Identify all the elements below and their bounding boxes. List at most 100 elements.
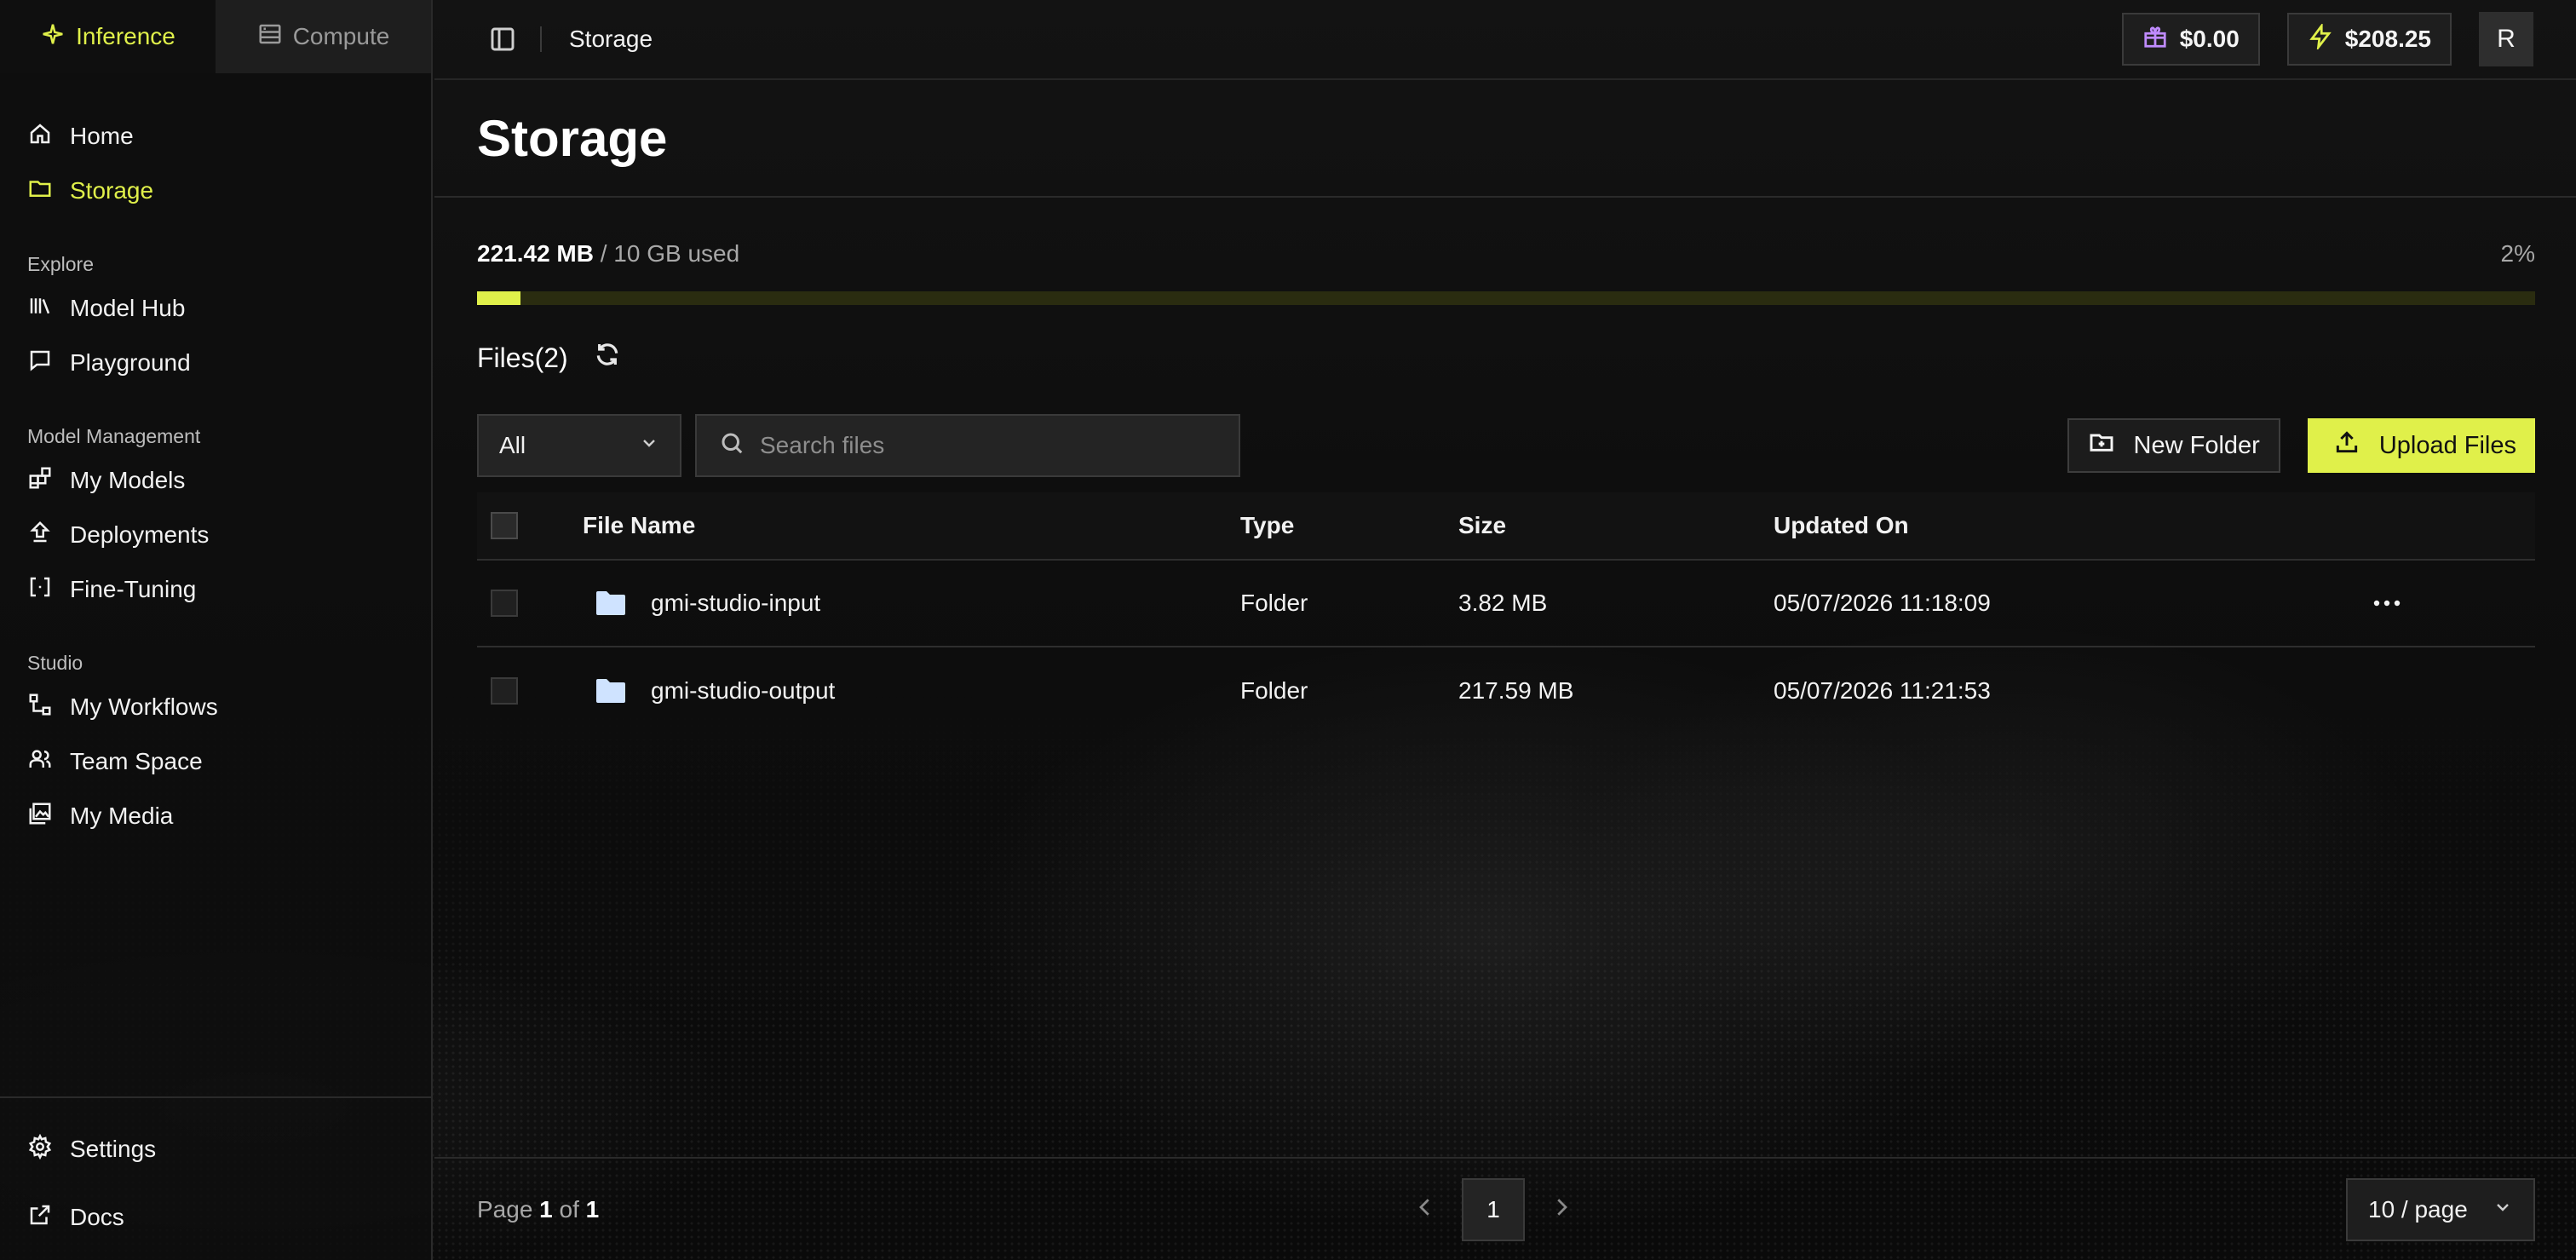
- folder-icon: [27, 175, 53, 207]
- sidebar-item-label: Settings: [70, 1136, 157, 1162]
- external-link-icon: [27, 1202, 53, 1234]
- sidebar-item-my-workflows[interactable]: My Workflows: [0, 680, 431, 734]
- chevron-down-icon: [639, 432, 659, 459]
- upload-files-button[interactable]: Upload Files: [2307, 418, 2535, 473]
- column-size: Size: [1458, 512, 1507, 538]
- sidebar-item-my-media[interactable]: My Media: [0, 789, 431, 843]
- column-updated-on: Updated On: [1774, 512, 1909, 538]
- tab-compute[interactable]: Compute: [216, 0, 431, 73]
- row-checkbox-cell: [477, 590, 583, 617]
- sidebar-item-label: Storage: [70, 177, 154, 204]
- select-all-checkbox[interactable]: [491, 512, 518, 539]
- panel-left-icon: [489, 27, 516, 56]
- file-actions: New Folder Upload Files: [2067, 418, 2535, 473]
- credits-button[interactable]: $0.00: [2121, 13, 2260, 66]
- usage-progress-fill: [477, 291, 520, 305]
- folder-plus-icon: [2088, 429, 2115, 463]
- file-type: Folder: [1240, 590, 1308, 616]
- balance-button[interactable]: $208.25: [2286, 13, 2452, 66]
- row-checkbox-cell: [477, 677, 583, 705]
- file-size: 217.59 MB: [1458, 677, 1574, 704]
- avatar[interactable]: R: [2479, 12, 2533, 66]
- page-info-of: of: [552, 1195, 586, 1223]
- sidebar-item-label: Docs: [70, 1204, 124, 1230]
- files-toolbar: All New Folder Upload Files: [477, 414, 2535, 477]
- page-number-button[interactable]: 1: [1462, 1177, 1525, 1241]
- sidebar: Inference Compute Home Storage Explore M…: [0, 0, 433, 1260]
- divider: [540, 26, 542, 52]
- upload-files-label: Upload Files: [2378, 431, 2516, 459]
- usage-progress-bar: [477, 291, 2535, 305]
- new-folder-button[interactable]: New Folder: [2067, 418, 2280, 473]
- row-checkbox[interactable]: [491, 590, 518, 617]
- row-more-button[interactable]: [2361, 599, 2412, 607]
- sidebar-bottom: Settings Docs: [0, 1096, 431, 1260]
- main-content: Storage 221.42 MB / 10 GB used 2% Files(…: [434, 80, 2576, 1260]
- library-icon: [27, 293, 53, 325]
- prev-page-button[interactable]: [1412, 1194, 1438, 1224]
- column-file-name: File Name: [583, 512, 696, 538]
- file-name[interactable]: gmi-studio-output: [651, 677, 835, 705]
- page-size-select[interactable]: 10 / page: [2346, 1177, 2535, 1241]
- sidebar-item-label: My Media: [70, 803, 174, 829]
- chevron-left-icon: [1412, 1199, 1438, 1223]
- sidebar-item-label: Team Space: [70, 748, 203, 774]
- images-icon: [27, 801, 53, 832]
- tab-inference[interactable]: Inference: [0, 0, 216, 73]
- sidebar-item-model-hub[interactable]: Model Hub: [0, 281, 431, 336]
- upload-icon: [2333, 429, 2360, 463]
- pagination-bar: Page 1 of 1 1 10 / page: [434, 1157, 2576, 1260]
- topbar: Storage $0.00 $208.25 R: [434, 0, 2576, 80]
- page-info-current: 1: [539, 1195, 553, 1223]
- home-icon: [27, 121, 53, 152]
- usage-percent: 2%: [2500, 240, 2535, 267]
- row-checkbox[interactable]: [491, 677, 518, 705]
- page-info-total: 1: [585, 1195, 600, 1223]
- chevron-right-icon: [1549, 1199, 1574, 1223]
- files-table: File Name Type Size Updated On gmi-studi…: [477, 492, 2535, 734]
- new-folder-label: New Folder: [2133, 431, 2260, 459]
- sidebar-toggle-button[interactable]: [489, 26, 516, 53]
- storage-content: 221.42 MB / 10 GB used 2% Files(2) All S…: [434, 240, 2576, 734]
- sidebar-item-docs[interactable]: Docs: [0, 1183, 431, 1251]
- type-filter-select[interactable]: All: [477, 414, 681, 477]
- sidebar-item-label: Deployments: [70, 521, 210, 548]
- refresh-icon[interactable]: [594, 341, 621, 375]
- storage-usage: 221.42 MB / 10 GB used 2%: [477, 240, 2535, 268]
- page-info-prefix: Page: [477, 1195, 540, 1223]
- sidebar-item-deployments[interactable]: Deployments: [0, 508, 431, 562]
- sidebar-item-home[interactable]: Home: [0, 109, 431, 164]
- section-title-model-management: Model Management: [27, 425, 201, 447]
- lightning-icon: [2308, 21, 2333, 55]
- search-input[interactable]: [760, 432, 1216, 459]
- sidebar-item-my-models[interactable]: My Models: [0, 453, 431, 508]
- sidebar-item-playground[interactable]: Playground: [0, 336, 431, 390]
- balance-value: $208.25: [2344, 26, 2431, 52]
- folder-icon: [595, 677, 627, 705]
- search-box: [695, 414, 1240, 477]
- workflow-icon: [27, 692, 53, 723]
- tab-compute-label: Compute: [292, 23, 390, 49]
- tab-inference-label: Inference: [76, 23, 175, 49]
- file-name-cell: gmi-studio-output: [583, 677, 1240, 705]
- sidebar-item-label: Model Hub: [70, 295, 186, 321]
- brackets-icon: [27, 574, 53, 606]
- next-page-button[interactable]: [1549, 1194, 1574, 1224]
- credits-value: $0.00: [2179, 26, 2240, 52]
- server-icon: [257, 21, 283, 53]
- sidebar-item-label: My Workflows: [70, 693, 218, 720]
- sidebar-item-fine-tuning[interactable]: Fine-Tuning: [0, 562, 431, 617]
- sidebar-item-settings[interactable]: Settings: [0, 1115, 431, 1183]
- header-checkbox-cell: [477, 512, 583, 539]
- file-name[interactable]: gmi-studio-input: [651, 590, 820, 617]
- usage-used: 221.42 MB: [477, 240, 594, 267]
- sidebar-item-storage[interactable]: Storage: [0, 164, 431, 218]
- sidebar-item-team-space[interactable]: Team Space: [0, 734, 431, 789]
- file-size: 3.82 MB: [1458, 590, 1548, 616]
- section-title-studio: Studio: [27, 652, 83, 674]
- table-row[interactable]: gmi-studio-input Folder 3.82 MB 05/07/20…: [477, 561, 2535, 647]
- file-type: Folder: [1240, 677, 1308, 704]
- table-row[interactable]: gmi-studio-output Folder 217.59 MB 05/07…: [477, 647, 2535, 734]
- message-square-icon: [27, 348, 53, 379]
